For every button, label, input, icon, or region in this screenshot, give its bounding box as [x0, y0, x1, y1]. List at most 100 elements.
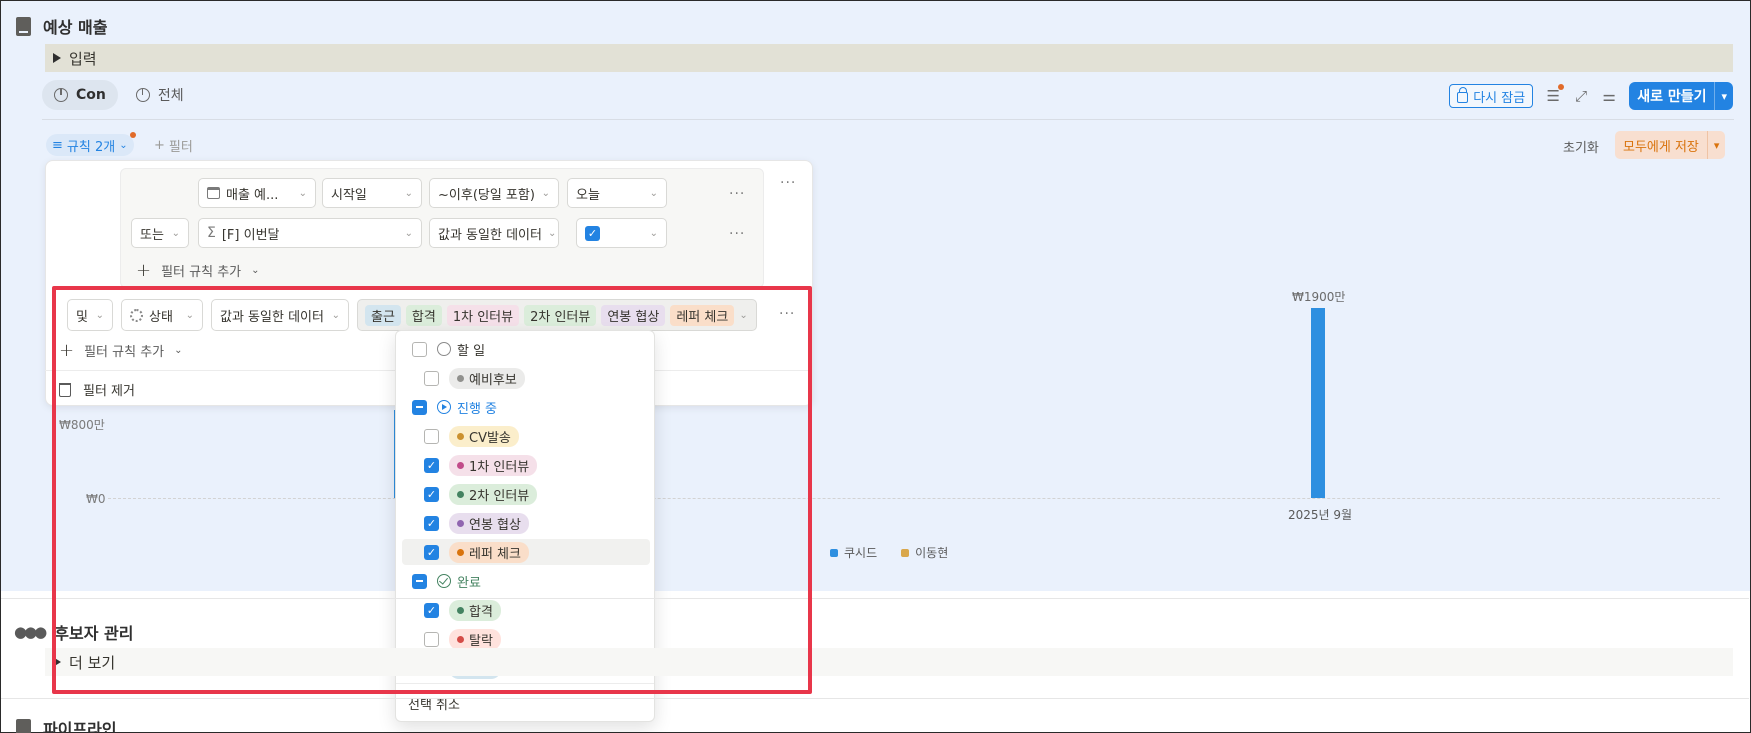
operator-select-label: 값과 동일한 데이터 [220, 309, 324, 325]
status-option[interactable]: ✓ 1차 인터뷰 [402, 452, 650, 478]
remove-filter-button[interactable]: 필터 제거 [59, 380, 135, 399]
save-for-everyone-label[interactable]: 모두에게 저장 [1615, 131, 1707, 159]
filter-active-badge [1558, 84, 1565, 90]
lock-icon [1457, 87, 1469, 103]
chevron-down-icon: ⌄ [331, 309, 340, 321]
status-tag: 레퍼 체크 [670, 304, 735, 326]
legend-item[interactable]: 이동현 [901, 544, 948, 561]
settings-sliders-icon[interactable]: ⚌ [1601, 87, 1617, 105]
status-pill: CV발송 [449, 425, 519, 447]
checkbox-checked-icon[interactable]: ✓ [585, 225, 600, 241]
formula-property-select[interactable]: Σ [F] 이번달 ⌄ [198, 218, 422, 248]
status-group-done[interactable]: 완료 [402, 568, 650, 594]
status-option[interactable]: ✓ 2차 인터뷰 [402, 481, 650, 507]
status-group-todo[interactable]: 할 일 [402, 336, 650, 362]
toggle-triangle-icon[interactable] [53, 53, 61, 63]
group-more-icon[interactable]: ··· [780, 175, 796, 191]
book-icon [16, 16, 31, 36]
option-checkbox[interactable]: ✓ [424, 457, 439, 473]
chevron-down-icon: ⌄ [185, 309, 194, 321]
status-pill-label: 레퍼 체크 [469, 546, 521, 562]
plus-icon: + [154, 138, 165, 153]
tab-con-label: Con [76, 87, 106, 103]
status-option[interactable]: ✓ 레퍼 체크 [402, 539, 650, 565]
chevron-down-icon: ⌄ [298, 187, 307, 199]
tab-con[interactable]: Con [42, 80, 118, 110]
status-property-select[interactable]: 상태 ⌄ [121, 299, 203, 331]
candidates-section [1, 598, 1749, 690]
chevron-down-icon: ⌄ [251, 265, 260, 276]
and-conjunction-select[interactable]: 및 ⌄ [67, 299, 113, 331]
y-tick-label: ₩800만 [59, 418, 105, 432]
status-pill-label: 예비후보 [469, 372, 517, 388]
group-checkbox[interactable] [412, 341, 427, 357]
legend-swatch [830, 548, 838, 557]
add-filter-rule-button[interactable]: + 필터 규칙 추가 ⌄ [136, 260, 260, 281]
rule-more-icon[interactable]: ··· [729, 226, 745, 242]
plus-icon: + [59, 340, 75, 361]
reset-button[interactable]: 초기화 [1563, 137, 1599, 156]
new-button[interactable]: 새로 만들기 ▾ [1629, 82, 1733, 110]
status-pill: 레퍼 체크 [449, 541, 529, 563]
option-checkbox[interactable]: ✓ [424, 486, 439, 502]
group-checkbox[interactable] [412, 399, 427, 415]
rule-more-icon[interactable]: ··· [729, 186, 745, 202]
legend-label: 이동현 [915, 546, 949, 560]
add-rule-label: 필터 규칙 추가 [161, 265, 242, 280]
toggle-triangle-icon[interactable] [53, 657, 61, 667]
save-caret-icon[interactable]: ▾ [1706, 131, 1726, 159]
chevron-down-icon: ⌄ [95, 309, 104, 321]
group-checkbox[interactable] [412, 573, 427, 589]
status-tag: 연봉 협상 [601, 304, 666, 326]
option-checkbox[interactable]: ✓ [424, 544, 439, 560]
status-rule-more-icon[interactable]: ··· [779, 306, 795, 322]
status-option[interactable]: 예비후보 [402, 365, 650, 391]
property-select[interactable]: 매출 예... ⌄ [198, 178, 316, 208]
status-pill-label: 1차 인터뷰 [469, 459, 530, 475]
operator-select[interactable]: 값과 동일한 데이터 ⌄ [429, 218, 559, 248]
conjunction-select[interactable]: 또는 ⌄ [131, 218, 189, 248]
group-label: 진행 중 [437, 398, 497, 417]
relock-button[interactable]: 다시 잠금 [1449, 84, 1534, 108]
rules-chip[interactable]: ≡ 규칙 2개 ⌄ [46, 132, 136, 156]
expand-icon[interactable]: ⤢ [1573, 87, 1589, 105]
add-filter-rule-button[interactable]: + 필터 규칙 추가 ⌄ [59, 340, 183, 361]
new-button-label[interactable]: 새로 만들기 [1629, 82, 1714, 110]
chart-legend: 쿠시드 이동현 [830, 544, 948, 561]
legend-item[interactable]: 쿠시드 [830, 544, 877, 561]
new-button-caret-icon[interactable]: ▾ [1714, 82, 1733, 110]
value-select[interactable]: 오늘 ⌄ [567, 178, 667, 208]
checkbox-value-select[interactable]: ✓ ⌄ [576, 218, 667, 248]
status-option[interactable]: CV발송 [402, 423, 650, 449]
chevron-down-icon: ⌄ [547, 227, 557, 239]
y-tick-label: ₩0 [86, 492, 106, 506]
status-option[interactable]: ✓ 연봉 협상 [402, 510, 650, 536]
status-values-select[interactable]: 출근 합격 1차 인터뷰 2차 인터뷰 연봉 협상 레퍼 체크 ⌄ [357, 299, 757, 331]
tab-all[interactable]: 전체 [124, 80, 196, 110]
rules-chip-label: 규칙 2개 [66, 139, 116, 155]
status-icon [130, 308, 143, 322]
status-dot [457, 461, 464, 469]
status-tag: 출근 [365, 304, 401, 326]
status-pill: 2차 인터뷰 [449, 483, 538, 505]
option-checkbox[interactable]: ✓ [424, 515, 439, 531]
chart-bar[interactable] [1311, 308, 1325, 498]
add-filter-button[interactable]: + 필터 [154, 136, 193, 155]
operator-select-label: 값과 동일한 데이터 [438, 227, 542, 243]
save-for-everyone-button[interactable]: 모두에게 저장 ▾ [1615, 131, 1726, 159]
operator-select[interactable]: 값과 동일한 데이터 ⌄ [211, 299, 349, 331]
filter-icon[interactable]: ☰ [1545, 84, 1565, 105]
input-toggle[interactable]: 입력 [45, 44, 1733, 72]
status-group-in-progress[interactable]: 진행 중 [402, 394, 650, 420]
group-label-text: 진행 중 [457, 401, 498, 417]
group-label-text: 할 일 [457, 343, 486, 359]
chart-x-tick-label: 2025년 9월 [1288, 508, 1353, 522]
option-checkbox[interactable] [424, 428, 439, 444]
option-checkbox[interactable] [424, 370, 439, 386]
operator-select[interactable]: ~이후(당일 포함) ⌄ [429, 178, 559, 208]
status-dot [457, 548, 464, 556]
more-toggle[interactable]: 더 보기 [45, 648, 1733, 676]
chevron-down-icon: ⌄ [171, 227, 180, 239]
condition-select[interactable]: 시작일 ⌄ [322, 178, 422, 208]
status-pill: 1차 인터뷰 [449, 454, 538, 476]
